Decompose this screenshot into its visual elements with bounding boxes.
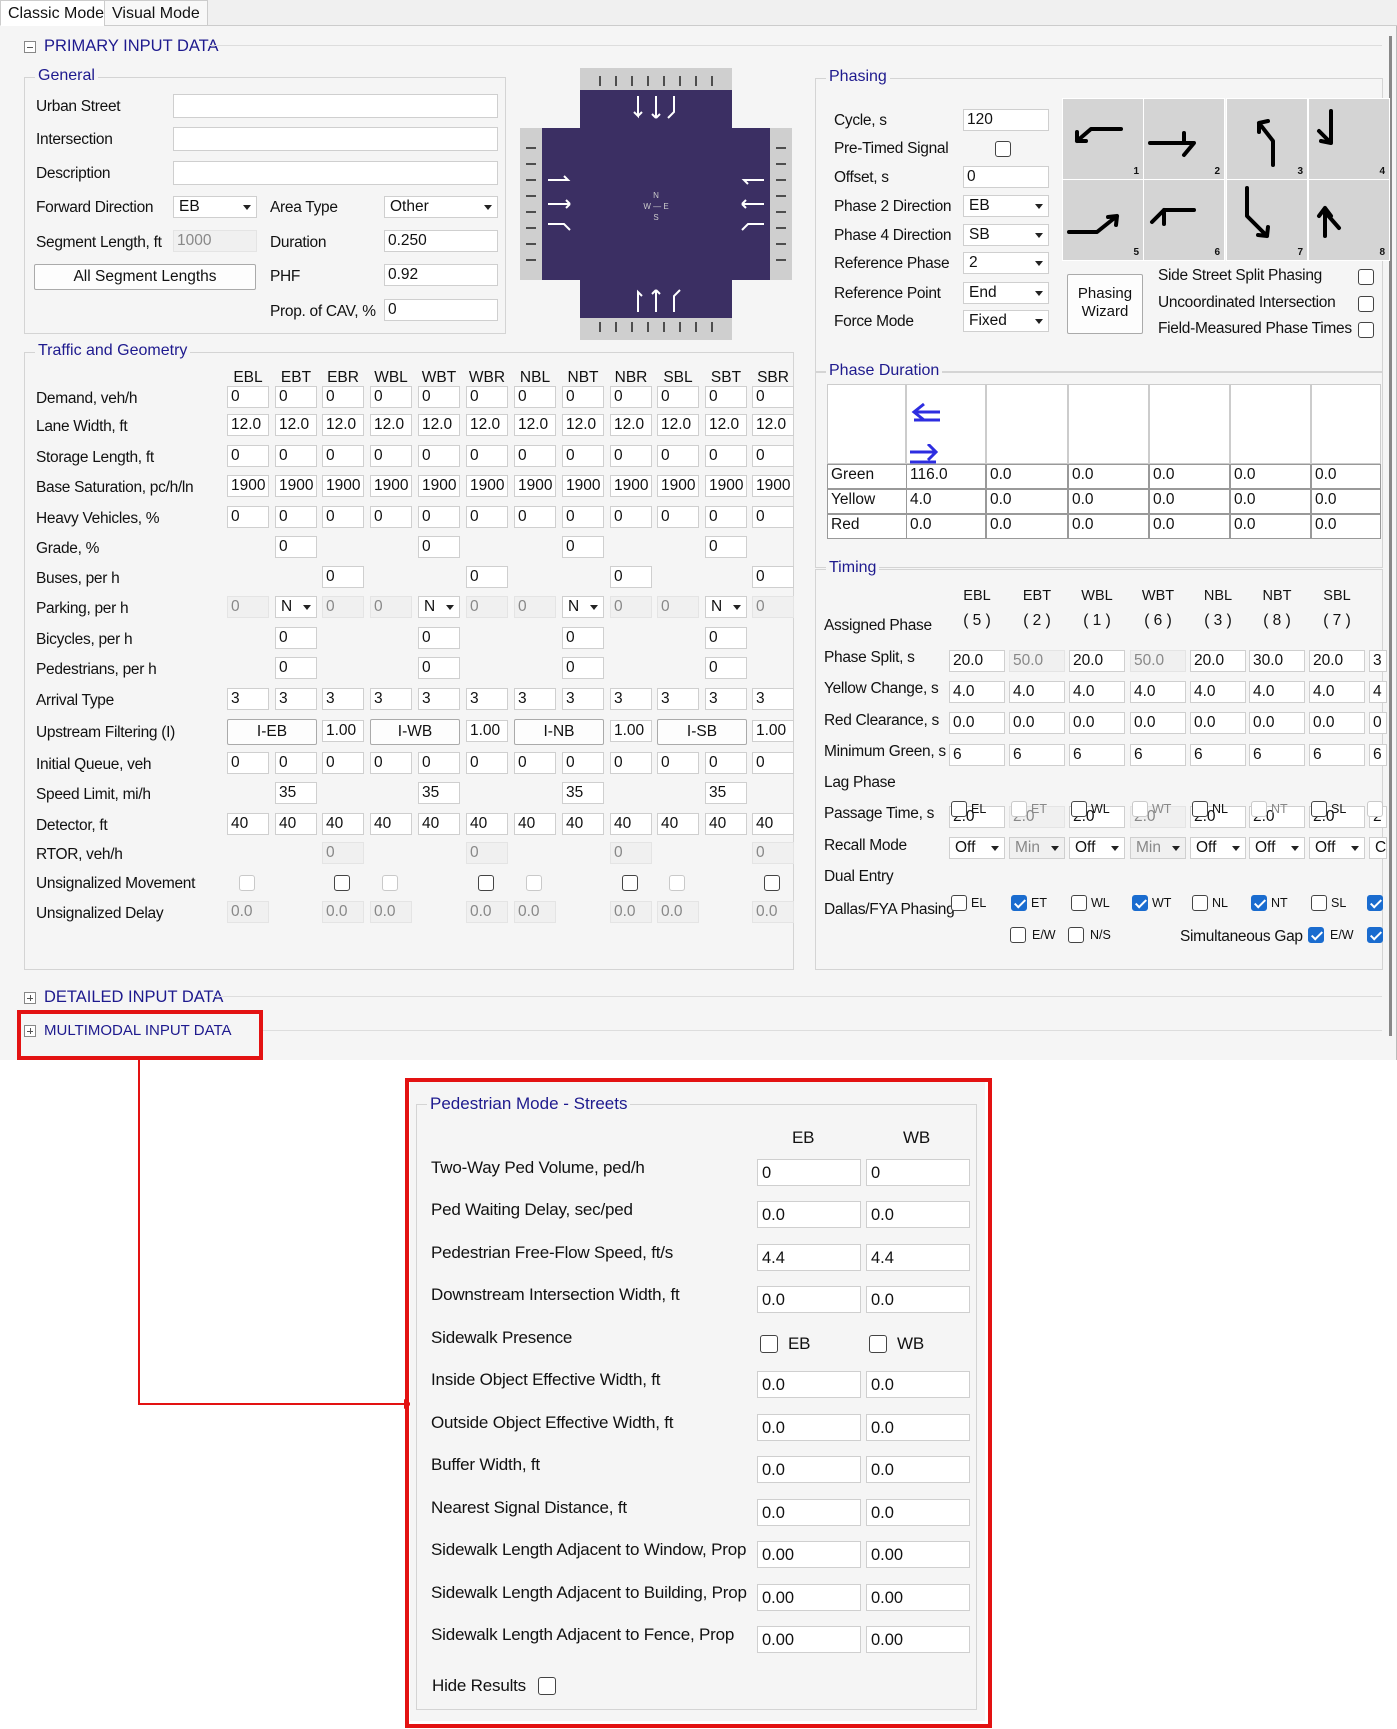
ped-row-label: Sidewalk Length Adjacent to Building, Pr… (431, 1583, 747, 1602)
ped-wb-input[interactable]: 0.00 (866, 1584, 970, 1611)
ped-eb-input[interactable]: 0.0 (757, 1499, 861, 1526)
hcs-app-window: Classic Mode Visual Mode PRIMARY INPUT D… (0, 0, 1397, 1729)
ped-eb-input[interactable]: 0.00 (757, 1584, 861, 1611)
ped-row-label: Two-Way Ped Volume, ped/h (431, 1158, 645, 1177)
sidewalk-wb-label: WB (897, 1334, 924, 1353)
ped-wb-input[interactable]: 0.0 (866, 1286, 970, 1313)
ped-eb-input[interactable]: 0.0 (757, 1371, 861, 1398)
ped-wb-input[interactable]: 0.0 (866, 1371, 970, 1398)
ped-eb-input[interactable]: 0.00 (757, 1541, 861, 1568)
ped-eb-input[interactable]: 0.0 (757, 1456, 861, 1483)
ped-wb-input[interactable]: 0.00 (866, 1626, 970, 1653)
ped-wb-input[interactable]: 0.00 (866, 1541, 970, 1568)
ped-wb-input[interactable]: 0.0 (866, 1201, 970, 1228)
sidewalk-eb-checkbox[interactable] (760, 1335, 778, 1353)
ped-row-label: Inside Object Effective Width, ft (431, 1370, 661, 1389)
sidewalk-eb-label: EB (788, 1334, 811, 1353)
ped-wb-input[interactable]: 0 (866, 1159, 970, 1186)
ped-row-label: Sidewalk Presence (431, 1328, 573, 1347)
ped-eb-input[interactable]: 4.4 (757, 1244, 861, 1271)
ped-row-label: Outside Object Effective Width, ft (431, 1413, 674, 1432)
ped-row-label: Buffer Width, ft (431, 1455, 540, 1474)
ped-wb-input[interactable]: 0.0 (866, 1414, 970, 1441)
ped-eb-input[interactable]: 0.0 (757, 1201, 861, 1228)
ped-wb-input[interactable]: 0.0 (866, 1499, 970, 1526)
ped-row-label: Downstream Intersection Width, ft (431, 1285, 680, 1304)
ped-eb-input[interactable]: 0.0 (757, 1286, 861, 1313)
sidewalk-wb-checkbox[interactable] (869, 1335, 887, 1353)
ped-wb-input[interactable]: 4.4 (866, 1244, 970, 1271)
ped-eb-input[interactable]: 0.00 (757, 1626, 861, 1653)
ped-row-label: Ped Waiting Delay, sec/ped (431, 1200, 633, 1219)
ped-row-label: Sidewalk Length Adjacent to Window, Prop (431, 1540, 747, 1559)
ped-eb-input[interactable]: 0.0 (757, 1414, 861, 1441)
ped-wb-input[interactable]: 0.0 (866, 1456, 970, 1483)
ped-row-label: Sidewalk Length Adjacent to Fence, Prop (431, 1625, 735, 1644)
ped-row-label: Pedestrian Free-Flow Speed, ft/s (431, 1243, 674, 1262)
ped-row-label: Nearest Signal Distance, ft (431, 1498, 627, 1517)
ped-eb-input[interactable]: 0 (757, 1159, 861, 1186)
